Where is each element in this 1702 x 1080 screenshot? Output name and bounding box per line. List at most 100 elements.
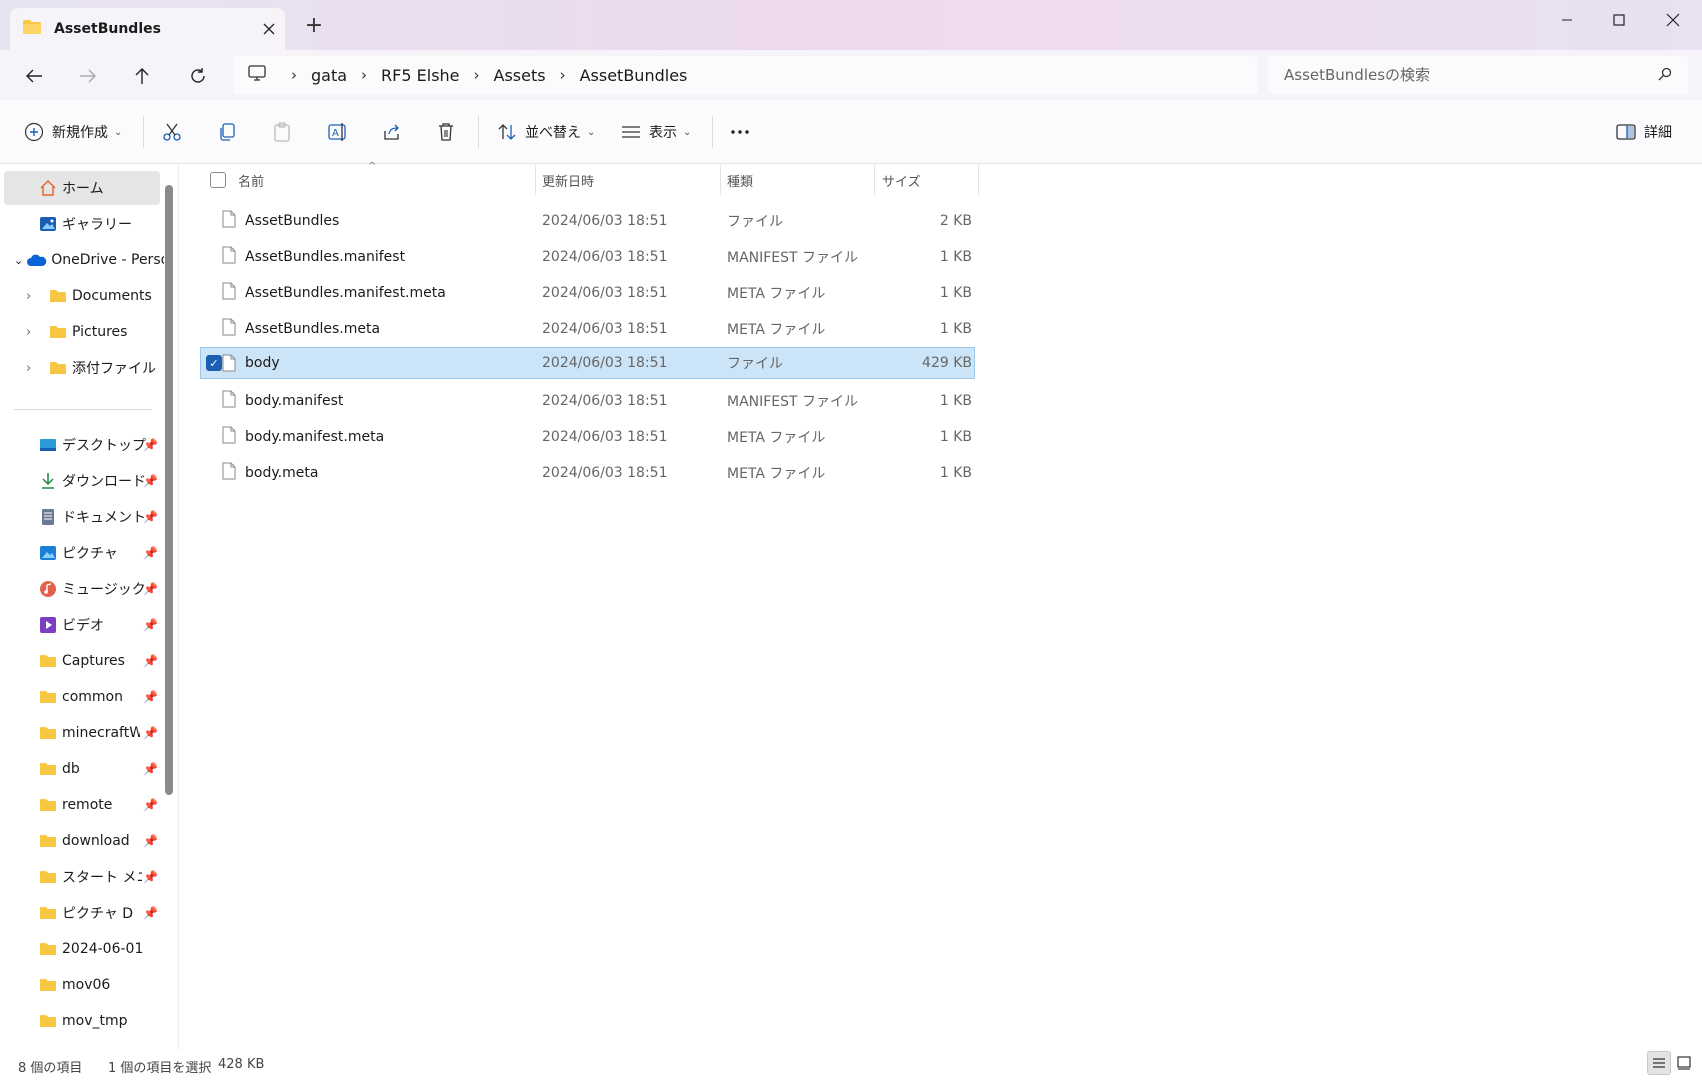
chevron-right-icon[interactable]: › xyxy=(560,66,566,84)
sidebar-item-pictures[interactable]: › Pictures xyxy=(4,315,160,349)
new-tab-button[interactable]: + xyxy=(300,13,328,38)
pin-icon[interactable]: 📌 xyxy=(143,546,158,560)
sidebar-item-pictures-pinned[interactable]: ピクチャ 📌 xyxy=(4,536,160,570)
column-header-size[interactable]: サイズ xyxy=(882,165,972,195)
row-checkbox-checked[interactable]: ✓ xyxy=(206,355,222,371)
sidebar-item-minecraftworlds[interactable]: minecraftWorlds 📌 xyxy=(4,716,160,750)
sidebar-item-attachments[interactable]: › 添付ファイル xyxy=(4,351,160,385)
sidebar-item-gallery[interactable]: ギャラリー xyxy=(4,207,160,241)
tab-assetbundles[interactable]: AssetBundles xyxy=(10,8,285,50)
column-divider[interactable] xyxy=(535,165,536,195)
pin-icon[interactable]: 📌 xyxy=(143,654,158,668)
pin-icon[interactable]: 📌 xyxy=(143,438,158,452)
address-bar[interactable]: › gata › RF5 Elshe › Assets › AssetBundl… xyxy=(233,56,1258,94)
forward-button[interactable] xyxy=(68,60,108,92)
sidebar-scrollbar[interactable] xyxy=(165,185,173,795)
sidebar-item-downloads[interactable]: ダウンロード 📌 xyxy=(4,464,160,498)
select-all-checkbox[interactable] xyxy=(210,172,226,188)
sidebar-item-remote[interactable]: remote 📌 xyxy=(4,788,160,822)
chevron-right-icon[interactable]: › xyxy=(291,66,297,84)
sidebar-item-label: ピクチャ xyxy=(62,546,118,562)
rename-button[interactable]: A xyxy=(327,116,349,148)
sidebar-item-home[interactable]: ホーム xyxy=(4,171,160,205)
pin-icon[interactable]: 📌 xyxy=(143,906,158,920)
sidebar-item-start-menu[interactable]: スタート メニュー 📌 xyxy=(4,860,160,894)
breadcrumb-item-gata[interactable]: gata xyxy=(311,66,347,85)
pin-icon[interactable]: 📌 xyxy=(143,582,158,596)
chevron-right-icon[interactable]: › xyxy=(26,325,48,340)
pin-icon[interactable]: 📌 xyxy=(143,726,158,740)
search-icon[interactable] xyxy=(1658,67,1672,85)
back-button[interactable] xyxy=(14,60,54,92)
computer-icon[interactable] xyxy=(247,64,267,86)
delete-button[interactable] xyxy=(437,116,455,148)
breadcrumb-item-rf5-elshe[interactable]: RF5 Elshe xyxy=(381,66,459,85)
details-view-button[interactable] xyxy=(1647,1051,1671,1075)
maximize-button[interactable] xyxy=(1594,4,1644,36)
file-row[interactable]: AssetBundles.manifest 2024/06/03 18:51 M… xyxy=(200,241,975,273)
column-divider[interactable] xyxy=(720,165,721,195)
sidebar-item-desktop[interactable]: デスクトップ 📌 xyxy=(4,428,160,462)
sidebar-item-pictures-d[interactable]: ピクチャ D 📌 xyxy=(4,896,160,930)
pin-icon[interactable]: 📌 xyxy=(143,690,158,704)
paste-button[interactable] xyxy=(272,116,292,148)
pin-icon[interactable]: 📌 xyxy=(143,762,158,776)
sidebar-item-video[interactable]: ビデオ 📌 xyxy=(4,608,160,642)
column-header-name[interactable]: 名前 ^ xyxy=(238,161,538,195)
file-row[interactable]: AssetBundles 2024/06/03 18:51 ファイル 2 KB xyxy=(200,205,975,237)
pin-icon[interactable]: 📌 xyxy=(143,798,158,812)
copy-button[interactable] xyxy=(217,116,237,148)
file-row[interactable]: body.meta 2024/06/03 18:51 META ファイル 1 K… xyxy=(200,457,975,489)
sidebar-item-2024-06-01[interactable]: 2024-06-01 xyxy=(4,932,160,966)
chevron-down-icon[interactable]: ⌄ xyxy=(14,254,23,267)
pin-icon[interactable]: 📌 xyxy=(143,510,158,524)
sort-button[interactable]: 並べ替え ⌄ xyxy=(497,116,595,148)
sidebar-item-docs[interactable]: ドキュメント 📌 xyxy=(4,500,160,534)
file-row[interactable]: body.manifest.meta 2024/06/03 18:51 META… xyxy=(200,421,975,453)
chevron-right-icon[interactable]: › xyxy=(474,66,480,84)
sidebar-item-download[interactable]: download 📌 xyxy=(4,824,160,858)
tiles-view-button[interactable] xyxy=(1672,1051,1696,1075)
chevron-right-icon[interactable]: › xyxy=(26,361,48,376)
chevron-right-icon[interactable]: › xyxy=(361,66,367,84)
new-button[interactable]: 新規作成 ⌄ xyxy=(24,116,122,148)
breadcrumb-item-assetbundles[interactable]: AssetBundles xyxy=(580,66,688,85)
view-button[interactable]: 表示 ⌄ xyxy=(621,116,691,148)
search-input[interactable] xyxy=(1284,66,1644,84)
file-row[interactable]: AssetBundles.meta 2024/06/03 18:51 META … xyxy=(200,313,975,345)
sidebar-item-music[interactable]: ミュージック 📌 xyxy=(4,572,160,606)
sidebar-item-captures[interactable]: Captures 📌 xyxy=(4,644,160,678)
pin-icon[interactable]: 📌 xyxy=(143,618,158,632)
sidebar-item-db[interactable]: db 📌 xyxy=(4,752,160,786)
up-button[interactable] xyxy=(122,60,162,92)
column-divider[interactable] xyxy=(978,165,979,195)
scissors-icon xyxy=(163,123,181,141)
minimize-button[interactable] xyxy=(1542,4,1592,36)
file-name: AssetBundles.meta xyxy=(245,321,381,337)
sidebar-item-mov06[interactable]: mov06 xyxy=(4,968,160,1002)
column-divider[interactable] xyxy=(874,165,875,195)
file-row[interactable]: AssetBundles.manifest.meta 2024/06/03 18… xyxy=(200,277,975,309)
sidebar-item-mov-tmp[interactable]: mov_tmp xyxy=(4,1004,160,1038)
pin-icon[interactable]: 📌 xyxy=(143,870,158,884)
file-row-selected[interactable]: ✓ body 2024/06/03 18:51 ファイル 429 KB xyxy=(200,347,975,379)
refresh-button[interactable] xyxy=(178,60,218,92)
column-header-date[interactable]: 更新日時 xyxy=(542,165,712,195)
search-box[interactable] xyxy=(1268,56,1688,94)
file-icon xyxy=(222,246,236,268)
column-header-type[interactable]: 種類 xyxy=(727,165,877,195)
chevron-right-icon[interactable]: › xyxy=(26,289,48,304)
details-pane-button[interactable]: 詳細 xyxy=(1616,116,1672,148)
sidebar-item-onedrive[interactable]: ⌄ OneDrive - Personal xyxy=(4,243,164,277)
share-button[interactable] xyxy=(382,116,402,148)
pin-icon[interactable]: 📌 xyxy=(143,474,158,488)
sidebar-item-documents[interactable]: › Documents xyxy=(4,279,160,313)
tab-close-button[interactable] xyxy=(253,19,285,40)
cut-button[interactable] xyxy=(162,116,182,148)
close-window-button[interactable] xyxy=(1648,4,1698,36)
breadcrumb-item-assets[interactable]: Assets xyxy=(494,66,546,85)
more-options-button[interactable] xyxy=(730,116,750,148)
pin-icon[interactable]: 📌 xyxy=(143,834,158,848)
file-row[interactable]: body.manifest 2024/06/03 18:51 MANIFEST … xyxy=(200,385,975,417)
sidebar-item-common[interactable]: common 📌 xyxy=(4,680,160,714)
